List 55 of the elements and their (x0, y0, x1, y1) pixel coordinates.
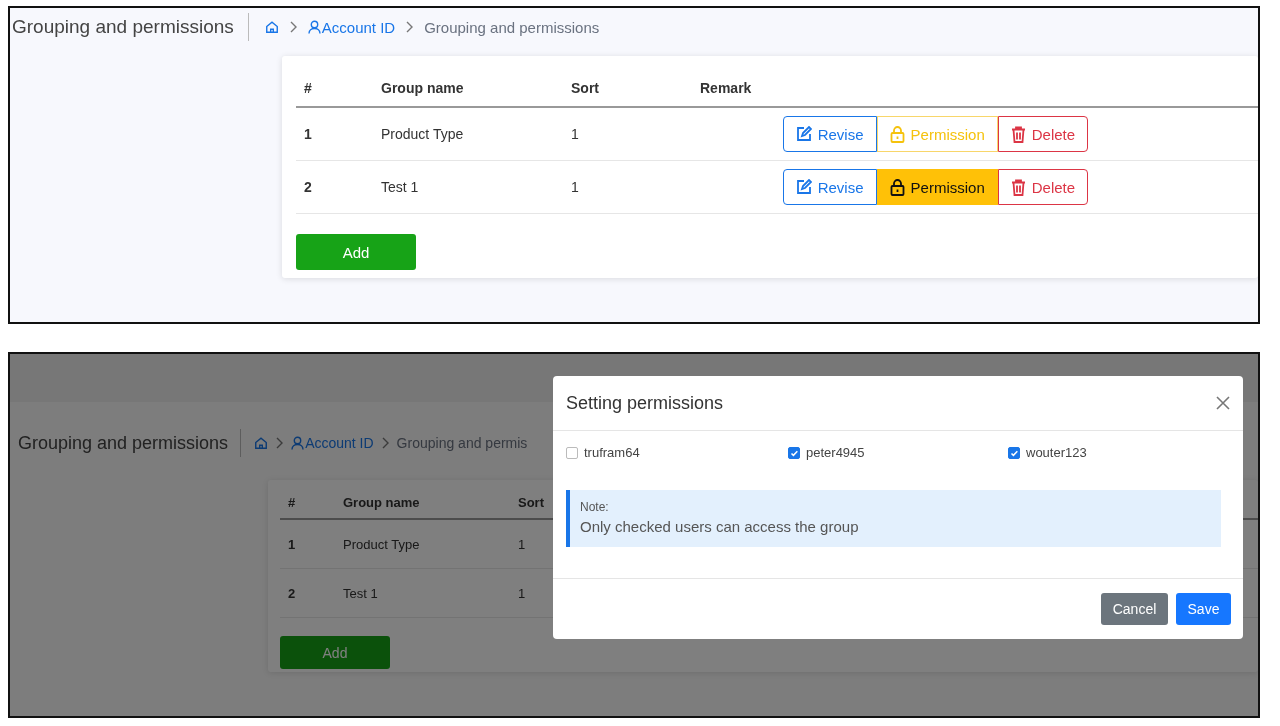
add-button[interactable]: Add (280, 636, 390, 669)
user-icon (307, 20, 321, 34)
breadcrumb-link[interactable]: Account ID (307, 18, 396, 36)
page-title: Grouping and permissions (12, 13, 249, 41)
chevron-icon (288, 20, 298, 34)
note-text: Only checked users can access the group (580, 518, 860, 535)
table-cell: 1 (296, 107, 380, 161)
dialog-title: Setting permissions (566, 392, 724, 414)
lock-icon (889, 178, 905, 196)
cancel-button[interactable]: Cancel (1101, 593, 1168, 625)
column-header: # (280, 486, 342, 519)
checkbox-label[interactable]: peter4945 (806, 445, 865, 460)
home-icon[interactable] (254, 436, 269, 450)
table-cell: 1 (570, 107, 699, 161)
chevron-icon (380, 436, 390, 450)
lock-icon (889, 125, 905, 143)
user-icon (291, 436, 305, 450)
breadcrumb-link[interactable]: Account ID (291, 435, 374, 451)
table-cell: 1 (280, 519, 342, 569)
note-label: Note: (580, 500, 610, 514)
page-title: Grouping and permissions (18, 429, 242, 457)
revise-button[interactable]: Revise (782, 169, 877, 205)
delete-button[interactable]: Delete (997, 169, 1089, 205)
column-header: Remark (699, 70, 782, 107)
table-cell: Test 1 (380, 160, 570, 214)
trash-icon (1010, 125, 1026, 143)
column-header: # (296, 70, 380, 107)
table-cell: Product Type (380, 107, 570, 161)
edit-icon (795, 179, 812, 195)
save-button[interactable]: Save (1176, 593, 1231, 625)
add-button[interactable]: Add (296, 234, 416, 270)
chevron-icon (405, 20, 415, 34)
table-cell: Product Type (342, 519, 517, 569)
delete-button[interactable]: Delete (997, 116, 1089, 152)
table-cell: Test 1 (342, 568, 517, 618)
checkbox[interactable] (788, 446, 800, 459)
table-cell: 2 (280, 568, 342, 618)
column-header: Group name (342, 486, 517, 519)
revise-button[interactable]: Revise (782, 116, 877, 152)
chevron-icon (275, 436, 285, 450)
edit-icon (795, 126, 812, 142)
column-header: Sort (570, 70, 699, 107)
checkbox-label[interactable]: trufram64 (584, 445, 640, 460)
column-header: Group name (380, 70, 570, 107)
trash-icon (1010, 178, 1026, 196)
home-icon[interactable] (264, 20, 279, 34)
checkbox[interactable] (566, 446, 578, 459)
breadcrumb-current: Grouping and permis (396, 435, 528, 451)
checkbox[interactable] (1008, 446, 1020, 459)
close-icon[interactable] (1215, 395, 1231, 411)
table-cell: 1 (570, 160, 699, 214)
table-cell: 2 (296, 160, 380, 214)
permission-button[interactable]: Permission (876, 169, 998, 205)
breadcrumb-current: Grouping and permissions (424, 18, 600, 36)
checkbox-label[interactable]: wouter123 (1026, 445, 1087, 460)
